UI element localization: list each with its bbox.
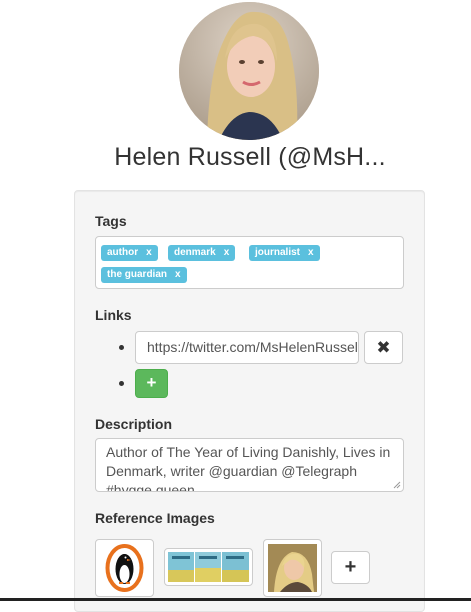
reference-image[interactable] xyxy=(164,548,253,586)
links-label: Links xyxy=(95,307,132,323)
book-covers-strip xyxy=(168,552,249,582)
tag-remove-button[interactable]: x xyxy=(308,247,314,258)
tag-chip: denmark x xyxy=(168,245,236,261)
list-bullet xyxy=(119,345,124,350)
profile-edit-panel: Tags author x denmark x journalist x the gu… xyxy=(74,190,425,612)
add-link-button[interactable]: + xyxy=(135,369,168,398)
description-textarea[interactable]: Author of The Year of Living Danishly, L… xyxy=(95,438,404,492)
remove-link-button[interactable]: ✖ xyxy=(364,331,403,364)
portrait-thumbnail xyxy=(268,544,317,592)
tag-label: author xyxy=(107,247,139,258)
penguin-logo xyxy=(105,544,144,592)
tag-label: journalist xyxy=(255,247,301,258)
tags-input[interactable]: author x denmark x journalist x the guardia… xyxy=(95,236,404,289)
tag-remove-button[interactable]: x xyxy=(175,269,181,280)
tag-remove-button[interactable]: x xyxy=(224,247,230,258)
tag-chip: author x xyxy=(101,245,158,261)
tag-label: the guardian xyxy=(107,269,168,280)
reference-images-label: Reference Images xyxy=(95,510,215,526)
tag-chip: the guardian x xyxy=(101,267,187,283)
plus-icon: + xyxy=(146,373,157,392)
link-url-input[interactable]: https://twitter.com/MsHelenRussell xyxy=(135,331,359,364)
portrait-photo xyxy=(179,2,319,140)
tag-label: denmark xyxy=(174,247,216,258)
tag-chip: journalist x xyxy=(249,245,320,261)
times-icon: ✖ xyxy=(376,338,391,357)
reference-image[interactable] xyxy=(263,539,322,597)
plus-icon: + xyxy=(344,556,357,578)
tag-remove-button[interactable]: x xyxy=(146,247,152,258)
description-label: Description xyxy=(95,416,173,432)
resize-grip-icon[interactable] xyxy=(393,481,401,489)
list-bullet xyxy=(119,381,124,386)
add-reference-image-button[interactable]: + xyxy=(331,551,370,584)
avatar xyxy=(179,2,319,140)
reference-image[interactable] xyxy=(95,539,154,597)
tags-label: Tags xyxy=(95,213,127,229)
profile-name: Helen Russell (@MsH... xyxy=(114,143,386,171)
description-text: Author of The Year of Living Danishly, L… xyxy=(106,444,391,492)
